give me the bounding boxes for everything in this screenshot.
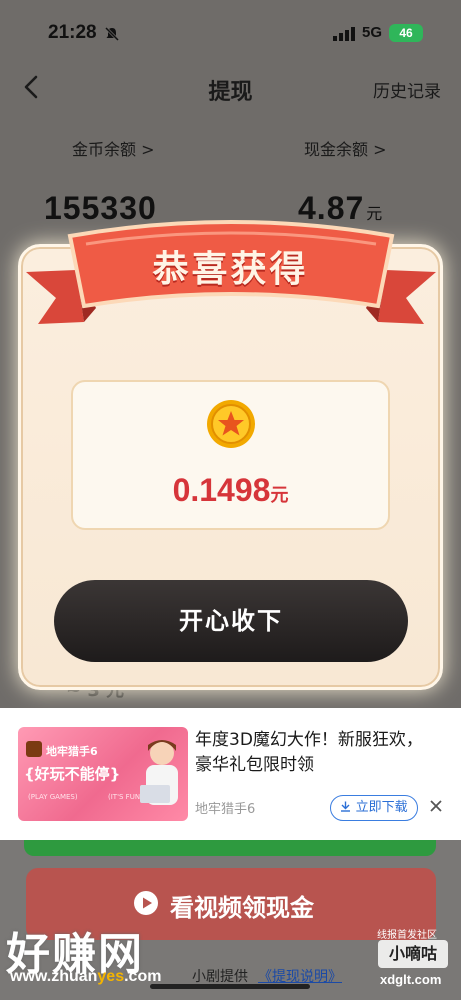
accept-button[interactable]: 开心收下	[54, 580, 408, 662]
dialog-title: 恭喜获得	[152, 249, 309, 290]
status-time: 21:28	[48, 22, 97, 43]
watermark-small-url: xdglt.com	[380, 972, 442, 987]
ad-download-label: 立即下载	[355, 800, 408, 815]
ad-image-tag-left: (PLAY GAMES)	[28, 793, 78, 801]
provider-text: 小剧提供	[192, 969, 248, 985]
battery-indicator: 46	[389, 24, 423, 42]
watermark-url: www.zhuanyes.com	[10, 968, 161, 986]
watermark-url-suffix: .com	[124, 968, 162, 985]
game-logo-icon	[26, 741, 42, 757]
gold-coin-icon	[207, 400, 255, 448]
reward-amount-unit: 元	[270, 485, 289, 505]
bell-muted-icon	[104, 26, 120, 42]
network-type: 5G	[362, 24, 383, 41]
ad-image-slogan: {好玩不能停}	[24, 765, 121, 783]
download-icon	[341, 801, 351, 812]
watermark-small-name: 小嘀咕	[378, 940, 448, 968]
ad-image-game-name: 地牢猎手6	[46, 745, 98, 758]
withdraw-explain-link[interactable]: 《提现说明》	[258, 966, 342, 986]
watermark-url-prefix: www.zhuan	[10, 968, 98, 985]
signal-icon	[333, 27, 355, 41]
ad-title[interactable]: 年度3D魔幻大作！新服狂欢，豪华礼包限时领	[195, 728, 435, 778]
close-icon[interactable]	[427, 797, 445, 815]
coin-balance-label[interactable]: 金币余额 >	[72, 136, 155, 160]
status-bar: 21:28 5G 46	[0, 0, 461, 62]
game-character-illustration	[140, 740, 178, 805]
watch-video-label: 看视频领现金	[170, 894, 314, 922]
ad-image[interactable]: 地牢猎手6 {好玩不能停} (PLAY GAMES) (IT'S FUN)	[18, 727, 188, 821]
history-link[interactable]: 历史记录	[373, 77, 441, 102]
reward-amount-number: 0.1498	[172, 472, 271, 508]
watermark-small-caption: 线报首发社区	[377, 930, 437, 941]
ad-download-button[interactable]: 立即下载	[330, 795, 418, 821]
reward-amount: 0.1498元	[0, 472, 461, 509]
ad-source: 地牢猎手6	[195, 802, 256, 817]
watermark-url-highlight: yes	[97, 968, 125, 985]
home-indicator[interactable]	[150, 984, 310, 989]
cash-balance-label[interactable]: 现金余额 >	[304, 136, 387, 160]
green-button-edge[interactable]	[24, 840, 436, 856]
play-icon	[134, 891, 158, 915]
